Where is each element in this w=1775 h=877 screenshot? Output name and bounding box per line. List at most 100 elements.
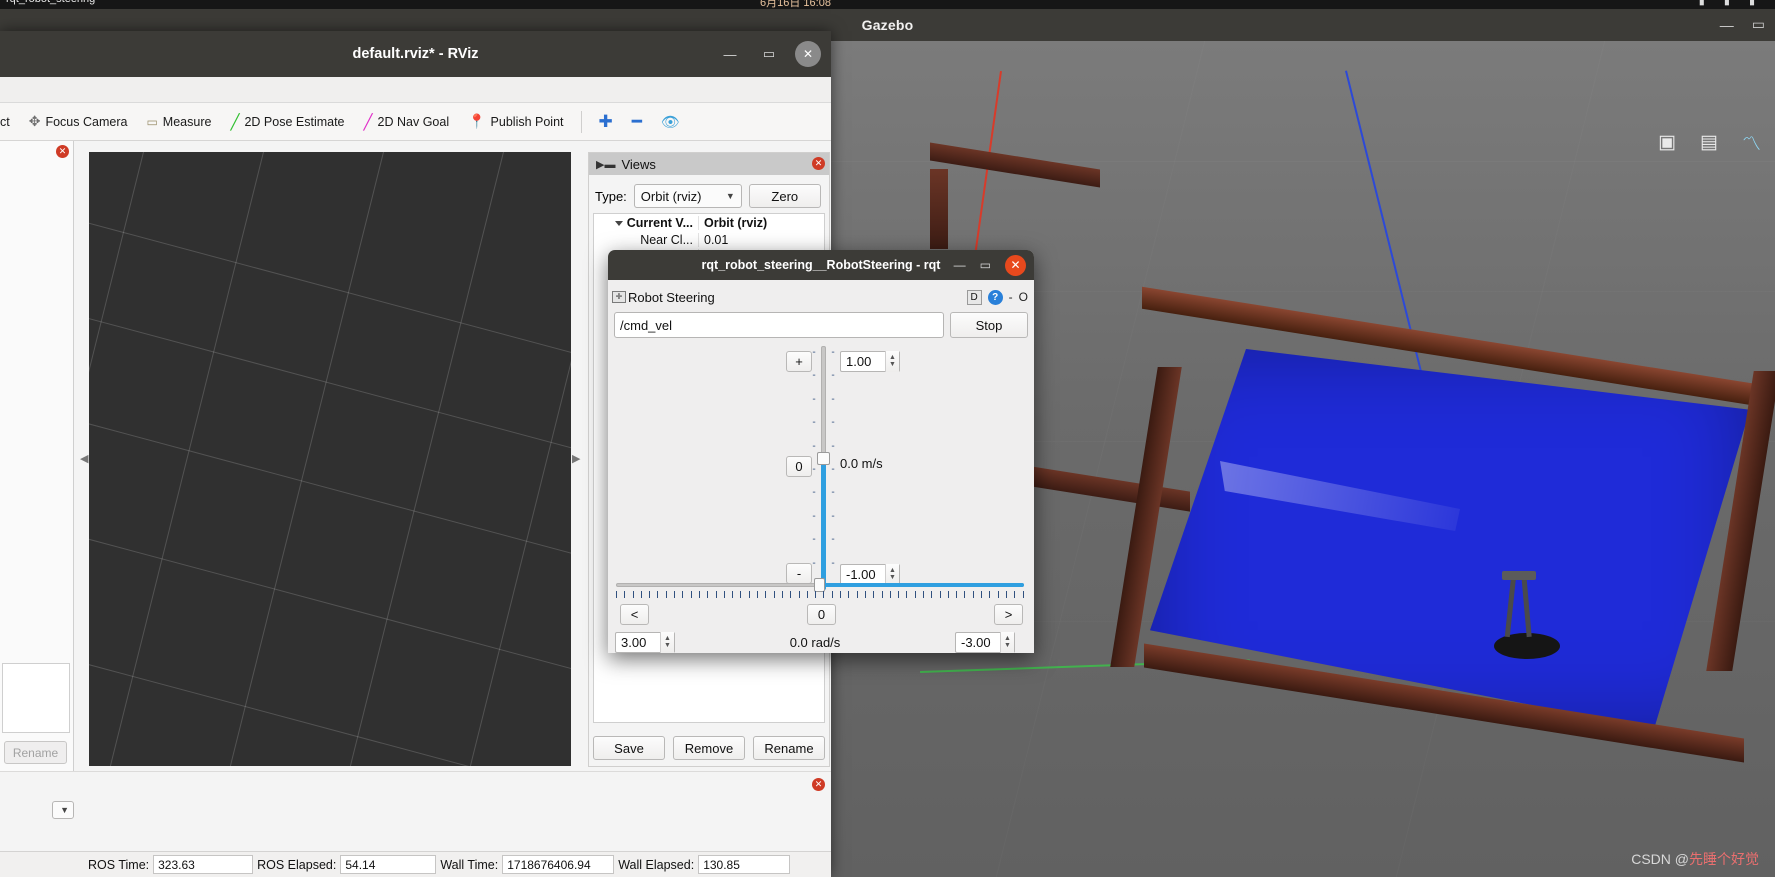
topic-input-value: /cmd_vel <box>620 317 673 333</box>
topic-input[interactable]: /cmd_vel <box>614 312 944 338</box>
rqt-window-buttons: — ▭ ✕ <box>954 250 1026 280</box>
linear-velocity-controls: + 0 - ----- ----- ----- ----- 1.00 ▲ ▼ 0.… <box>614 342 1028 590</box>
rviz-minimize-button[interactable]: — <box>717 41 743 67</box>
angular-min-spinbox[interactable]: -3.00 ▲ ▼ <box>955 632 1015 653</box>
angular-slider-handle[interactable] <box>814 578 825 592</box>
views-panel-buttons: Save Remove Rename <box>589 736 829 760</box>
tool-properties-button[interactable]: 👁 <box>653 109 688 135</box>
right-splitter-handle[interactable]: ▶ <box>572 452 580 465</box>
rqt-title: rqt_robot_steering__RobotSteering - rqt <box>701 258 941 272</box>
bottom-combo[interactable]: ▼ <box>52 801 74 819</box>
os-panel-clock: 6月16日 16:08 <box>760 0 831 9</box>
rqt-minimize-button[interactable]: — <box>954 258 966 272</box>
os-panel-indicators: ▮ ▮ ▮ <box>1698 0 1763 7</box>
angular-min-stepper[interactable]: ▲ ▼ <box>1000 632 1014 653</box>
stop-button[interactable]: Stop <box>950 312 1028 338</box>
os-top-panel: rqt_robot_steering 6月16日 16:08 ▮ ▮ ▮ <box>0 0 1775 9</box>
displays-panel-close-icon[interactable]: ✕ <box>56 145 69 158</box>
rviz-title: default.rviz* - RViz <box>352 46 479 62</box>
nav-goal-tool[interactable]: ╱ 2D Nav Goal <box>356 109 458 135</box>
angular-slider-fill <box>820 583 1024 587</box>
chevron-down-icon: ▼ <box>60 805 69 815</box>
plus-icon: ✚ <box>598 111 613 131</box>
save-view-button[interactable]: Save <box>593 736 665 760</box>
rename-view-button[interactable]: Rename <box>753 736 825 760</box>
views-tree-key: Near Cl... <box>640 233 693 247</box>
ros-elapsed-label: ROS Elapsed: <box>257 857 337 872</box>
select-tool[interactable]: ct <box>0 111 18 133</box>
minimize-plugin-button[interactable]: - <box>1009 290 1013 304</box>
chevron-down-icon[interactable] <box>614 220 623 226</box>
linear-max-stepper[interactable]: ▲ ▼ <box>885 351 899 372</box>
arena-wall-back-side <box>930 169 948 249</box>
focus-camera-tool-label: Focus Camera <box>45 114 128 129</box>
linear-decrease-button[interactable]: - <box>786 563 812 584</box>
video-icon[interactable]: ▤ <box>1700 131 1718 154</box>
select-tool-label: ct <box>0 114 10 129</box>
plot-icon[interactable]: 〽 <box>1742 129 1761 156</box>
views-panel-close-icon[interactable]: ✕ <box>812 157 825 170</box>
linear-min-value: -1.00 <box>846 567 876 582</box>
views-zero-button[interactable]: Zero <box>748 184 821 208</box>
angular-zero-button[interactable]: 0 <box>807 604 836 625</box>
displays-subpanel[interactable] <box>2 663 70 733</box>
dock-button[interactable]: D <box>966 289 982 305</box>
linear-max-spinbox[interactable]: 1.00 ▲ ▼ <box>840 351 900 372</box>
rviz-maximize-button[interactable]: ▭ <box>756 41 782 67</box>
rviz-displays-panel[interactable]: ✕ Rename <box>0 141 74 851</box>
views-tree-value: Orbit (rviz) <box>698 216 824 230</box>
focus-camera-tool[interactable]: ✥ Focus Camera <box>21 109 136 134</box>
pose-estimate-tool[interactable]: ╱ 2D Pose Estimate <box>222 109 352 135</box>
angular-left-button[interactable]: < <box>620 604 649 625</box>
views-tree-value: 0.01 <box>698 233 824 247</box>
rviz-3d-viewport[interactable] <box>89 152 571 766</box>
focus-icon: ✥ <box>28 113 41 129</box>
rqt-maximize-button[interactable]: ▭ <box>980 258 991 272</box>
remove-view-button[interactable]: Remove <box>673 736 745 760</box>
table-row[interactable]: Near Cl... 0.01 <box>594 232 824 248</box>
nav-goal-tool-label: 2D Nav Goal <box>377 114 450 129</box>
robot-steering-plugin-header: ✛ Robot Steering D ? - O <box>612 287 1030 307</box>
plugin-grip-icon[interactable]: ✛ <box>612 291 626 303</box>
publish-point-tool[interactable]: 📍 Publish Point <box>460 109 571 134</box>
linear-zero-button[interactable]: 0 <box>786 456 812 477</box>
linear-current-value: 0.0 m/s <box>840 456 883 471</box>
measure-tool-label: Measure <box>162 114 212 129</box>
camera-icon[interactable]: ▣ <box>1658 131 1676 154</box>
rviz-menubar <box>0 77 831 103</box>
rviz-close-button[interactable]: ✕ <box>795 41 821 67</box>
views-type-combo[interactable]: Orbit (rviz) ▼ <box>633 184 742 208</box>
arena <box>1110 286 1775 763</box>
rqt-close-button[interactable]: ✕ <box>1005 254 1026 276</box>
rqt-body: ✛ Robot Steering D ? - O /cmd_vel Stop +… <box>608 280 1034 653</box>
eye-icon: 👁 <box>661 113 681 131</box>
add-tool-button[interactable]: ✚ <box>591 108 621 136</box>
robot-steering-title: Robot Steering <box>628 289 715 305</box>
measure-tool[interactable]: ▭ Measure <box>138 111 219 133</box>
left-splitter-handle[interactable]: ◀ <box>80 452 88 465</box>
gazebo-maximize-button[interactable]: ▭ <box>1752 16 1765 33</box>
wall-time-value: 1718676406.94 <box>502 855 615 874</box>
linear-slider-fill <box>821 460 826 590</box>
wall-time-label: Wall Time: <box>440 857 499 872</box>
linear-min-spinbox[interactable]: -1.00 ▲ ▼ <box>840 564 900 585</box>
table-row[interactable]: Current V... Orbit (rviz) <box>594 214 824 232</box>
close-plugin-button[interactable]: O <box>1019 290 1028 304</box>
linear-slider-ticks-right: ----- ----- <box>831 347 835 569</box>
robot-model <box>1480 571 1560 661</box>
linear-slider-handle[interactable] <box>817 452 830 465</box>
ros-time-label: ROS Time: <box>88 857 150 872</box>
displays-rename-button[interactable]: Rename <box>4 741 67 764</box>
linear-min-stepper[interactable]: ▲ ▼ <box>885 564 899 585</box>
time-panel-close-icon[interactable]: ✕ <box>812 778 825 791</box>
help-button[interactable]: ? <box>987 289 1003 305</box>
remove-tool-button[interactable]: ━ <box>624 108 650 136</box>
linear-increase-button[interactable]: + <box>786 351 812 372</box>
rviz-toolbar: ct ✥ Focus Camera ▭ Measure ╱ 2D Pose Es… <box>0 103 831 141</box>
rviz-bottom-strip <box>0 771 831 851</box>
gazebo-minimize-button[interactable]: — <box>1720 17 1734 33</box>
angular-right-button[interactable]: > <box>994 604 1023 625</box>
views-type-row: Type: Orbit (rviz) ▼ Zero <box>589 183 829 209</box>
views-panel-title: Views <box>621 156 656 172</box>
views-tree-key: Current V... <box>594 216 698 230</box>
